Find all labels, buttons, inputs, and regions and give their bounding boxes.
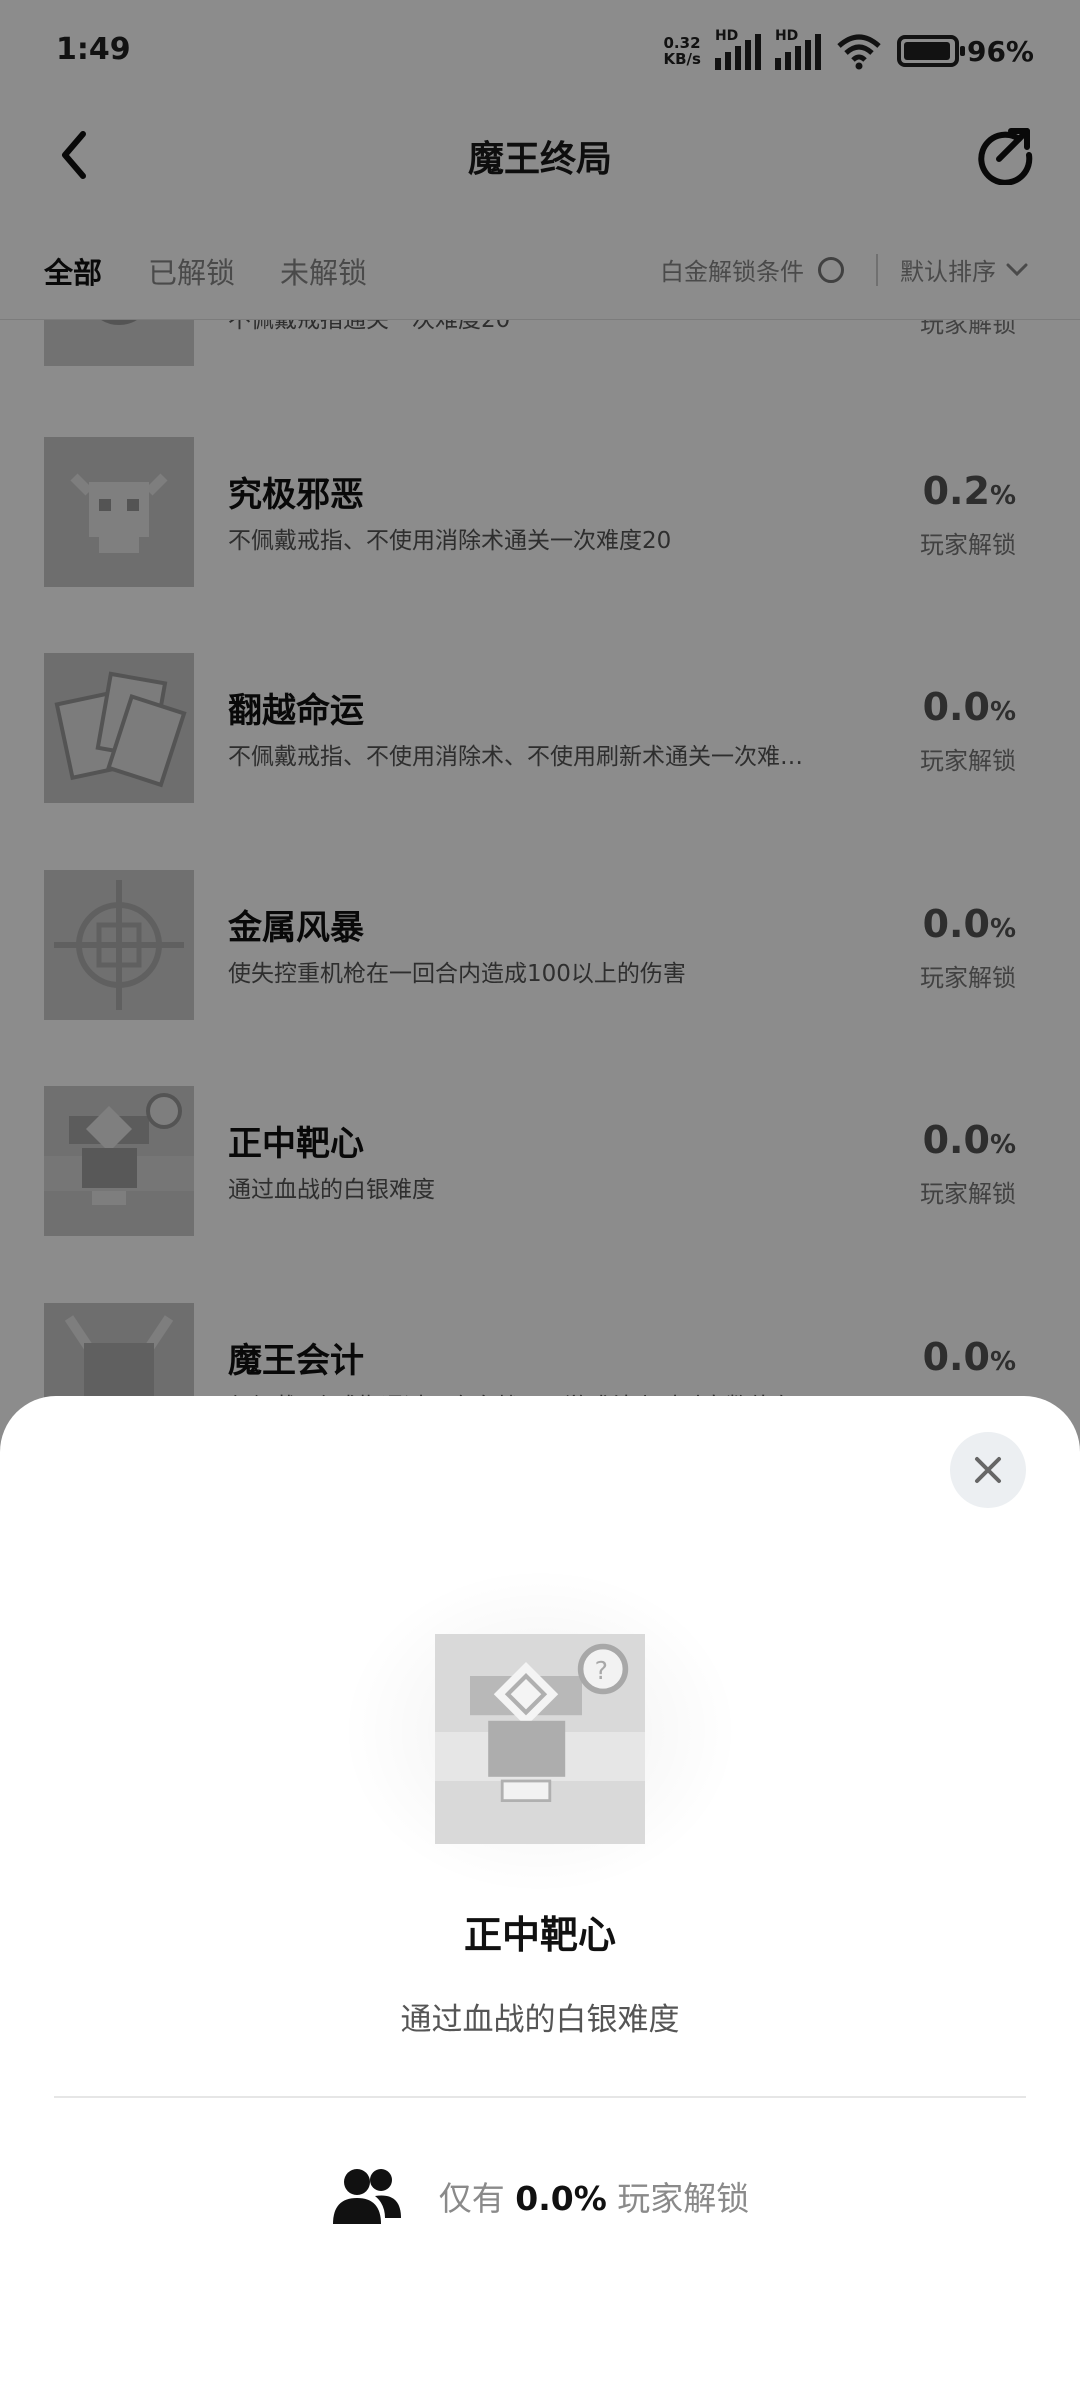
close-icon	[975, 1457, 1001, 1483]
users-icon	[332, 2169, 401, 2224]
screen: 1:49 0.32 KB/s HD HD 96% 魔王终局 全部 已解锁 未解锁…	[0, 0, 1080, 2400]
target-character-icon: ?	[435, 1634, 645, 1844]
achievement-image: ?	[435, 1634, 645, 1844]
achievement-detail-sheet: ? 正中靶心 通过血战的白银难度 仅有 0.0% 玩家解锁	[0, 1396, 1080, 2400]
close-button[interactable]	[950, 1432, 1026, 1508]
sheet-achievement-desc: 通过血战的白银难度	[400, 2002, 680, 2038]
unlock-stat-text: 仅有 0.0% 玩家解锁	[438, 2179, 750, 2218]
unlock-stat: 仅有 0.0% 玩家解锁	[0, 2166, 1080, 2226]
sheet-achievement-name: 正中靶心	[463, 1913, 616, 1957]
svg-text:?: ?	[595, 1656, 608, 1685]
sheet-divider	[54, 2096, 1026, 2098]
